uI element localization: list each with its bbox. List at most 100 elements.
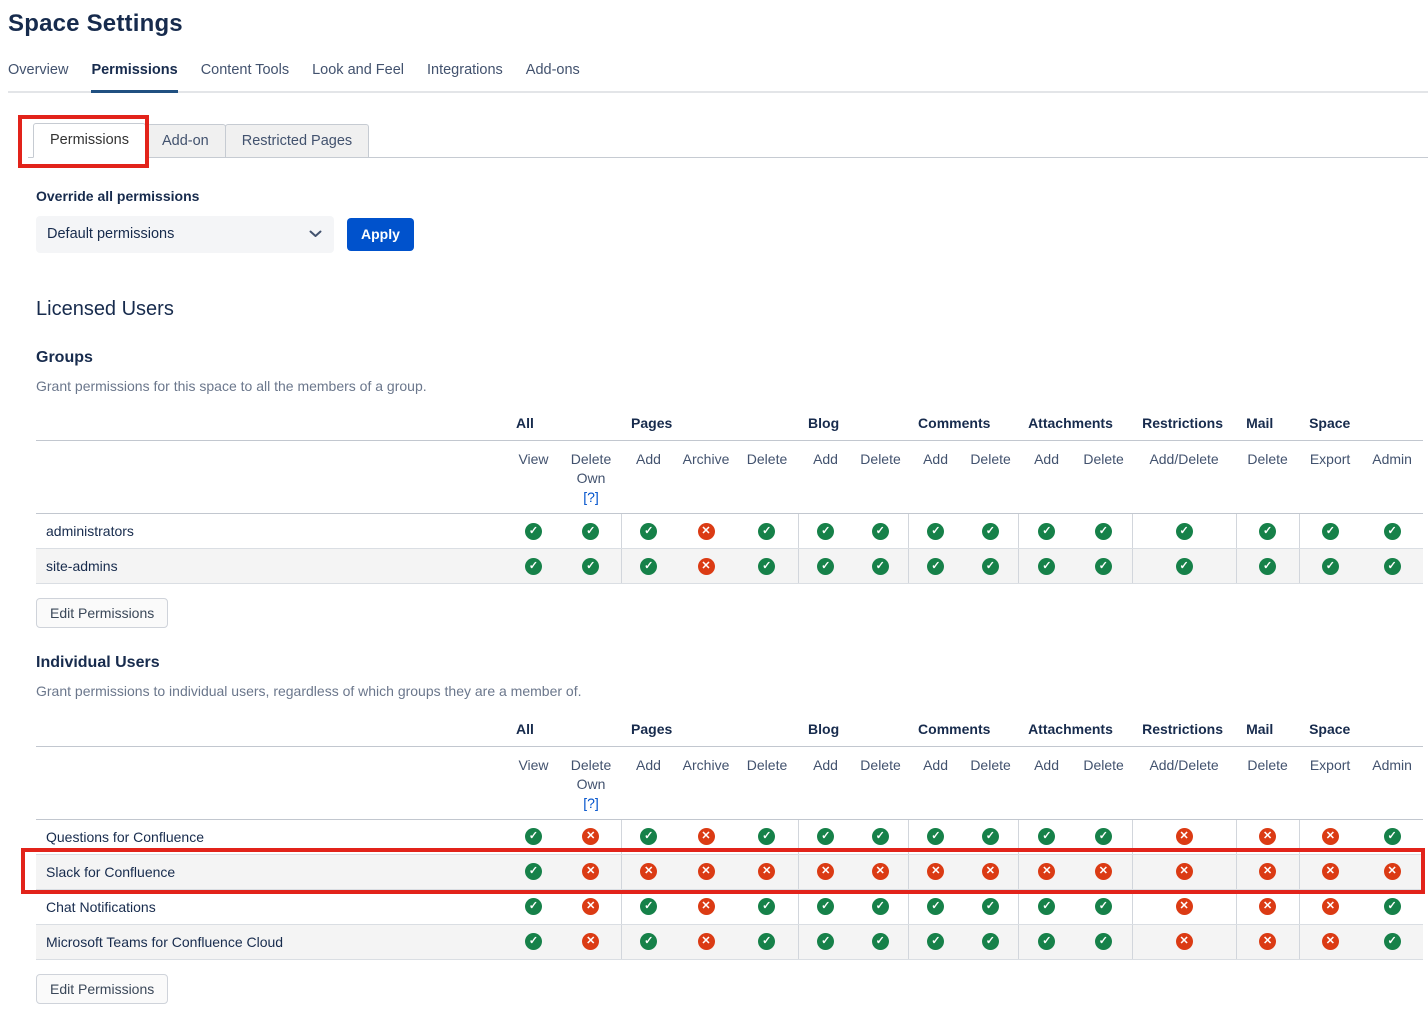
column-header-delete: Delete [1236, 746, 1299, 819]
cross-icon: ✕ [582, 898, 599, 915]
permission-cell: ✕ [561, 889, 621, 924]
nav-item-look-and-feel[interactable]: Look and Feel [312, 62, 404, 93]
column-header-delete: Delete [1236, 441, 1299, 514]
edit-groups-permissions-button[interactable]: Edit Permissions [36, 598, 168, 628]
permission-cell: ✓ [506, 549, 561, 584]
permission-cell: ✓ [736, 549, 798, 584]
cross-icon: ✕ [1038, 863, 1055, 880]
check-icon: ✓ [525, 523, 542, 540]
column-header-add-delete: Add/Delete [1132, 746, 1236, 819]
column-header-add: Add [908, 746, 963, 819]
permission-cell: ✕ [1299, 889, 1361, 924]
cross-icon: ✕ [758, 863, 775, 880]
permission-cell: ✕ [561, 854, 621, 889]
check-icon: ✓ [1384, 558, 1401, 575]
check-icon: ✓ [758, 558, 775, 575]
permission-cell: ✕ [1075, 854, 1132, 889]
nav-item-permissions[interactable]: Permissions [91, 62, 177, 93]
column-group-space: Space [1299, 407, 1423, 441]
delete-own-help-link[interactable]: [?] [561, 794, 621, 813]
check-icon: ✓ [1038, 558, 1055, 575]
permission-cell: ✓ [1361, 549, 1423, 584]
column-header-admin: Admin [1361, 441, 1423, 514]
tab-add-on[interactable]: Add-on [145, 124, 226, 157]
check-icon: ✓ [982, 933, 999, 950]
permissions-dropdown[interactable]: Default permissions [36, 216, 334, 253]
cross-icon: ✕ [698, 863, 715, 880]
permission-cell: ✕ [736, 854, 798, 889]
tab-restricted-pages[interactable]: Restricted Pages [225, 124, 369, 157]
check-icon: ✓ [758, 523, 775, 540]
check-icon: ✓ [817, 558, 834, 575]
check-icon: ✓ [1038, 828, 1055, 845]
permission-cell: ✓ [506, 819, 561, 854]
row-name: Chat Notifications [36, 889, 506, 924]
table-row-administrators: administrators✓✓✓✕✓✓✓✓✓✓✓✓✓✓✓ [36, 514, 1423, 549]
permission-cell: ✕ [676, 889, 736, 924]
row-name: Questions for Confluence [36, 819, 506, 854]
column-header-add: Add [798, 441, 853, 514]
permission-cell: ✕ [621, 854, 676, 889]
permission-cell: ✕ [1132, 819, 1236, 854]
permission-cell: ✓ [798, 924, 853, 959]
delete-own-help-link[interactable]: [?] [561, 488, 621, 507]
name-column-header [36, 407, 506, 441]
column-group-restrictions: Restrictions [1132, 407, 1236, 441]
nav-item-overview[interactable]: Overview [8, 62, 68, 93]
groups-heading: Groups [36, 349, 1428, 367]
cross-icon: ✕ [872, 863, 889, 880]
column-header-delete: Delete [963, 441, 1018, 514]
permission-cell: ✓ [1018, 924, 1075, 959]
nav-item-integrations[interactable]: Integrations [427, 62, 503, 93]
column-group-blog: Blog [798, 712, 908, 746]
check-icon: ✓ [640, 828, 657, 845]
chevron-down-icon [309, 225, 322, 243]
cross-icon: ✕ [582, 933, 599, 950]
cross-icon: ✕ [698, 898, 715, 915]
permission-cell: ✓ [1075, 549, 1132, 584]
permission-cell: ✓ [908, 819, 963, 854]
check-icon: ✓ [525, 933, 542, 950]
check-icon: ✓ [525, 828, 542, 845]
cross-icon: ✕ [1176, 863, 1193, 880]
cross-icon: ✕ [1322, 933, 1339, 950]
permission-cell: ✓ [1018, 889, 1075, 924]
nav-item-add-ons[interactable]: Add-ons [526, 62, 580, 93]
cross-icon: ✕ [640, 863, 657, 880]
permission-cell: ✓ [1361, 924, 1423, 959]
permission-cell: ✓ [621, 889, 676, 924]
permission-cell: ✓ [1018, 549, 1075, 584]
permission-cell: ✓ [1075, 889, 1132, 924]
permission-cell: ✓ [736, 924, 798, 959]
cross-icon: ✕ [698, 933, 715, 950]
tab-permissions[interactable]: Permissions [33, 123, 146, 158]
permission-cell: ✕ [1132, 854, 1236, 889]
edit-individual-permissions-button[interactable]: Edit Permissions [36, 974, 168, 1004]
check-icon: ✓ [927, 558, 944, 575]
permission-cell: ✕ [676, 854, 736, 889]
apply-button[interactable]: Apply [347, 218, 414, 251]
column-header-add: Add [621, 441, 676, 514]
permission-cell: ✓ [1018, 819, 1075, 854]
permission-cell: ✓ [1299, 514, 1361, 549]
page-title: Space Settings [8, 10, 1428, 38]
column-group-pages: Pages [621, 407, 798, 441]
permission-cell: ✓ [506, 514, 561, 549]
row-name: Slack for Confluence [36, 854, 506, 889]
permission-cell: ✕ [676, 924, 736, 959]
column-header-export: Export [1299, 746, 1361, 819]
permission-cell: ✕ [1132, 889, 1236, 924]
space-settings-page: Space Settings Overview Permissions Conten… [0, 0, 1428, 1004]
annotation-box-permissions-tab [18, 115, 149, 168]
permission-cell: ✓ [1075, 514, 1132, 549]
nav-item-content-tools[interactable]: Content Tools [201, 62, 289, 93]
check-icon: ✓ [982, 898, 999, 915]
permission-cell: ✕ [1236, 854, 1299, 889]
column-header-export: Export [1299, 441, 1361, 514]
cross-icon: ✕ [1322, 828, 1339, 845]
cross-icon: ✕ [1176, 933, 1193, 950]
permission-cell: ✓ [798, 819, 853, 854]
check-icon: ✓ [1176, 523, 1193, 540]
permission-cell: ✕ [1018, 854, 1075, 889]
table-row-site-admins: site-admins✓✓✓✕✓✓✓✓✓✓✓✓✓✓✓ [36, 549, 1423, 584]
